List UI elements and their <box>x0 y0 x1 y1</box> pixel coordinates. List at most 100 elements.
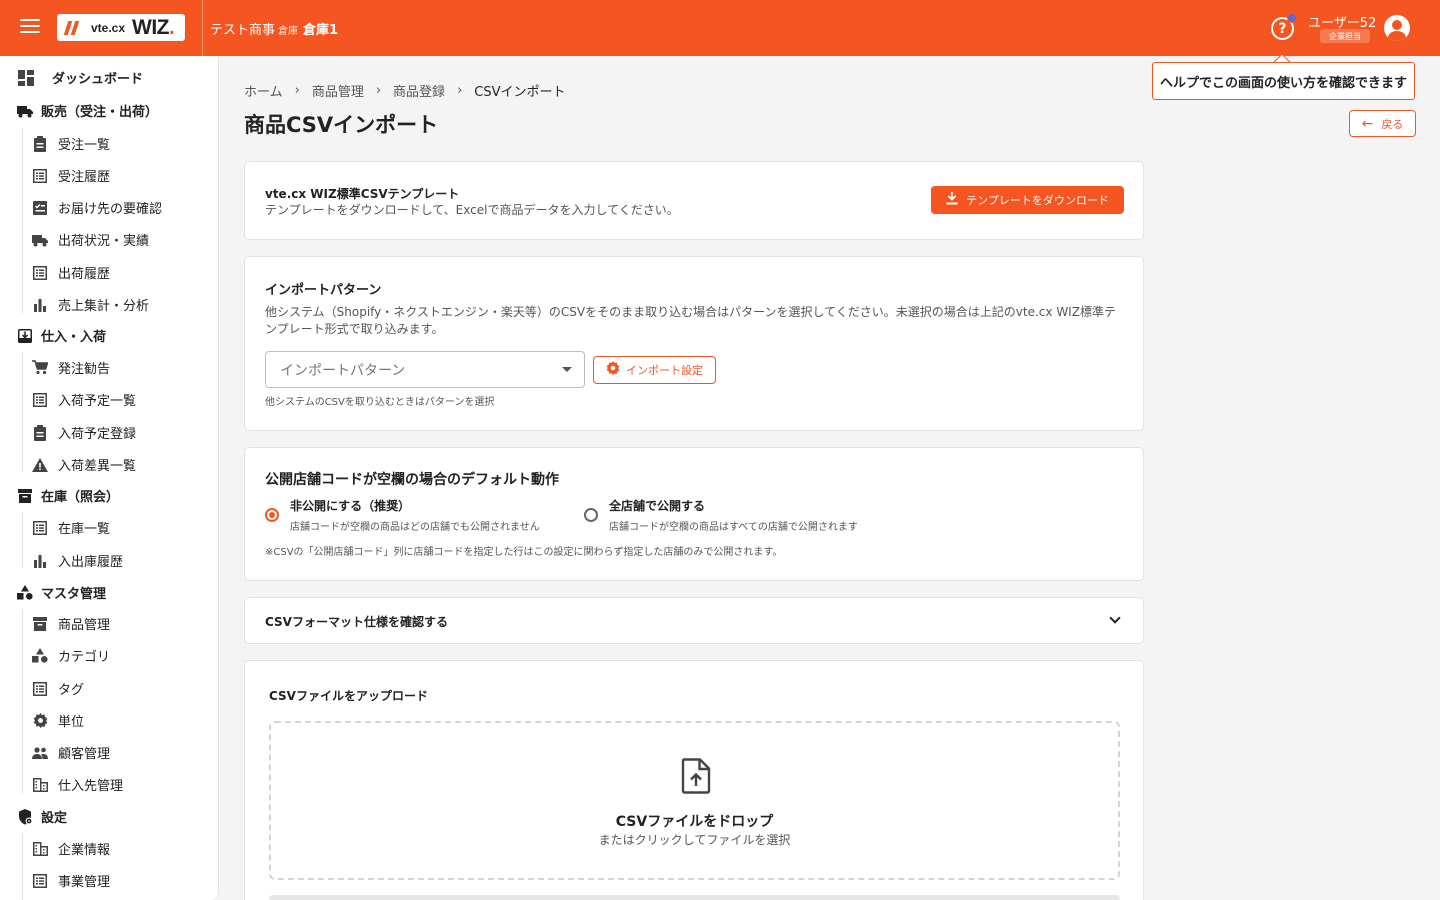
radio-private-label[interactable]: 非公開にする（推奨） <box>290 497 410 514</box>
sidebar-item-delivery-check[interactable]: お届け先の要確認 <box>32 198 162 217</box>
warehouse-label: 倉庫 <box>278 26 298 37</box>
upload-button-partial[interactable] <box>269 895 1120 900</box>
sidebar-label: 出荷履歴 <box>58 267 111 282</box>
sidebar-item-suppliers[interactable]: 仕入先管理 <box>32 775 123 794</box>
default-behavior-title: 公開店舗コードが空欄の場合のデフォルト動作 <box>265 472 559 488</box>
sidebar-label: 出荷状況・実績 <box>58 234 150 249</box>
sidebar-item-dashboard[interactable]: ダッシュボード <box>18 68 143 87</box>
sidebar-label: 在庫一覧 <box>58 522 111 537</box>
breadcrumb-current: CSVインポート <box>474 85 566 100</box>
sidebar-section-stock[interactable]: 在庫（照会） <box>17 486 119 505</box>
bar-chart-icon <box>32 297 48 313</box>
sidebar-section-master[interactable]: マスタ管理 <box>17 583 106 602</box>
breadcrumb-separator: › <box>457 83 463 98</box>
sidebar-item-orders[interactable]: 受注一覧 <box>32 134 110 153</box>
breadcrumb-home[interactable]: ホーム <box>244 81 283 100</box>
sidebar-item-arrival-diff[interactable]: 入荷差異一覧 <box>32 455 136 474</box>
sidebar-item-tag[interactable]: タグ <box>32 679 84 698</box>
menu-icon[interactable] <box>20 19 40 37</box>
sidebar-guide-line <box>22 128 23 313</box>
building-icon <box>32 777 48 793</box>
account-icon[interactable] <box>1384 15 1410 41</box>
sidebar-label: 商品管理 <box>58 618 111 633</box>
sidebar-label: 入荷差異一覧 <box>58 459 137 474</box>
sidebar-item-unit[interactable]: 単位 <box>32 711 84 730</box>
sidebar-guide-line <box>22 352 23 472</box>
dropzone-title: CSVファイルをドロップ <box>615 814 774 830</box>
caret-down-icon <box>562 367 572 372</box>
sidebar-section-sales[interactable]: 販売（受注・出荷） <box>17 101 158 120</box>
page-title: 商品CSVインポート <box>244 113 439 137</box>
brand-logo[interactable]: vte.cx WIZ. <box>57 14 185 41</box>
arrow-left-icon: ← <box>1361 115 1374 132</box>
shield-gear-icon <box>17 808 33 825</box>
sidebar-label: 発注勧告 <box>58 362 111 377</box>
inbox-icon <box>17 328 33 344</box>
sidebar-section-settings[interactable]: 設定 <box>17 807 67 826</box>
sidebar-label: 在庫（照会） <box>41 490 120 505</box>
sidebar-label: 受注一覧 <box>58 138 111 153</box>
warning-icon <box>32 457 48 473</box>
sidebar-label: 単位 <box>58 715 85 730</box>
template-card-desc: テンプレートをダウンロードして、Excelで商品データを入力してください。 <box>265 203 679 217</box>
clipboard-icon <box>32 424 48 441</box>
sidebar-item-shipping-history[interactable]: 出荷履歴 <box>32 263 110 282</box>
truck-icon <box>32 232 48 248</box>
sidebar-item-shipping-status[interactable]: 出荷状況・実績 <box>32 230 149 249</box>
radio-public-all-desc: 店舗コードが空欄の商品はすべての店舗で公開されます <box>609 522 858 533</box>
list-icon <box>32 265 48 281</box>
import-settings-button[interactable]: インポート設定 <box>593 356 716 384</box>
sidebar-label: 設定 <box>41 811 68 826</box>
warehouse-name[interactable]: 倉庫1 <box>303 19 338 38</box>
csv-dropzone[interactable]: CSVファイルをドロップ またはクリックしてファイルを選択 <box>269 721 1120 880</box>
sidebar-item-business[interactable]: 事業管理 <box>32 871 110 890</box>
sidebar-item-products[interactable]: 商品管理 <box>32 614 110 633</box>
sidebar-item-company-info[interactable]: 企業情報 <box>32 839 110 858</box>
sidebar-item-customers[interactable]: 顧客管理 <box>32 743 110 762</box>
import-pattern-select[interactable]: インポートパターン <box>265 351 585 388</box>
list-icon <box>32 520 48 536</box>
radio-public-all[interactable] <box>584 508 598 522</box>
sidebar-item-order-advice[interactable]: 発注勧告 <box>32 358 110 377</box>
sidebar-label: 企業情報 <box>58 843 111 858</box>
gear-icon <box>32 713 48 729</box>
breadcrumb-separator: › <box>375 83 382 98</box>
sidebar-item-sales-analysis[interactable]: 売上集計・分析 <box>32 295 149 314</box>
sidebar-label: マスタ管理 <box>41 587 107 602</box>
sidebar-item-category[interactable]: カテゴリ <box>32 646 110 665</box>
import-settings-label: インポート設定 <box>626 364 703 377</box>
breadcrumb-products[interactable]: 商品管理 <box>312 81 364 100</box>
sidebar-item-arrival-register[interactable]: 入荷予定登録 <box>32 423 136 442</box>
notification-dot <box>1287 13 1297 23</box>
sidebar-label: 仕入先管理 <box>58 779 124 794</box>
radio-private[interactable] <box>265 508 279 522</box>
radio-private-desc: 店舗コードが空欄の商品はどの店舗でも公開されません <box>290 522 540 533</box>
chevron-down-icon <box>1109 612 1121 624</box>
download-template-button[interactable]: テンプレートをダウンロード <box>931 186 1124 214</box>
sidebar-section-purchase[interactable]: 仕入・入荷 <box>17 326 106 345</box>
import-pattern-card: インポートパターン 他システム（Shopify・ネクストエンジン・楽天等）のCS… <box>244 256 1144 431</box>
building-icon <box>32 841 48 857</box>
import-pattern-helper: 他システムのCSVを取り込むときはパターンを選択 <box>265 397 495 408</box>
sidebar-label: 入出庫履歴 <box>58 555 124 570</box>
import-pattern-desc-line2: ンプレート形式で取り込みます。 <box>265 322 444 336</box>
brand-big: WIZ. <box>132 15 175 39</box>
csv-format-title: CSVフォーマット仕様を確認する <box>265 615 448 629</box>
sidebar-label: カテゴリ <box>58 650 111 665</box>
app-header: vte.cx WIZ. テスト商事 倉庫 倉庫1 ? ユーザー52 企業担当 <box>0 0 1440 56</box>
sidebar-item-stock-history[interactable]: 入出庫履歴 <box>32 551 123 570</box>
sidebar-label: 顧客管理 <box>58 747 111 762</box>
import-pattern-title: インポートパターン <box>265 283 382 298</box>
back-button[interactable]: ← 戻る <box>1349 110 1416 137</box>
sidebar-label: タグ <box>58 683 85 698</box>
sidebar-item-order-history[interactable]: 受注履歴 <box>32 166 110 185</box>
csv-format-accordion[interactable]: CSVフォーマット仕様を確認する <box>244 597 1144 644</box>
sidebar-guide-line <box>22 609 23 794</box>
breadcrumb-product-register[interactable]: 商品登録 <box>393 81 445 100</box>
radio-public-all-label[interactable]: 全店舗で公開する <box>609 497 705 514</box>
default-behavior-note: ※CSVの「公開店舗コード」列に店舗コードを指定した行はこの設定に関わらず指定し… <box>265 547 783 558</box>
template-card-title: vte.cx WIZ標準CSVテンプレート <box>265 187 460 201</box>
sidebar-item-arrival-plans[interactable]: 入荷予定一覧 <box>32 390 136 409</box>
company-name: テスト商事 <box>210 23 276 38</box>
sidebar-item-stock-list[interactable]: 在庫一覧 <box>32 518 110 537</box>
